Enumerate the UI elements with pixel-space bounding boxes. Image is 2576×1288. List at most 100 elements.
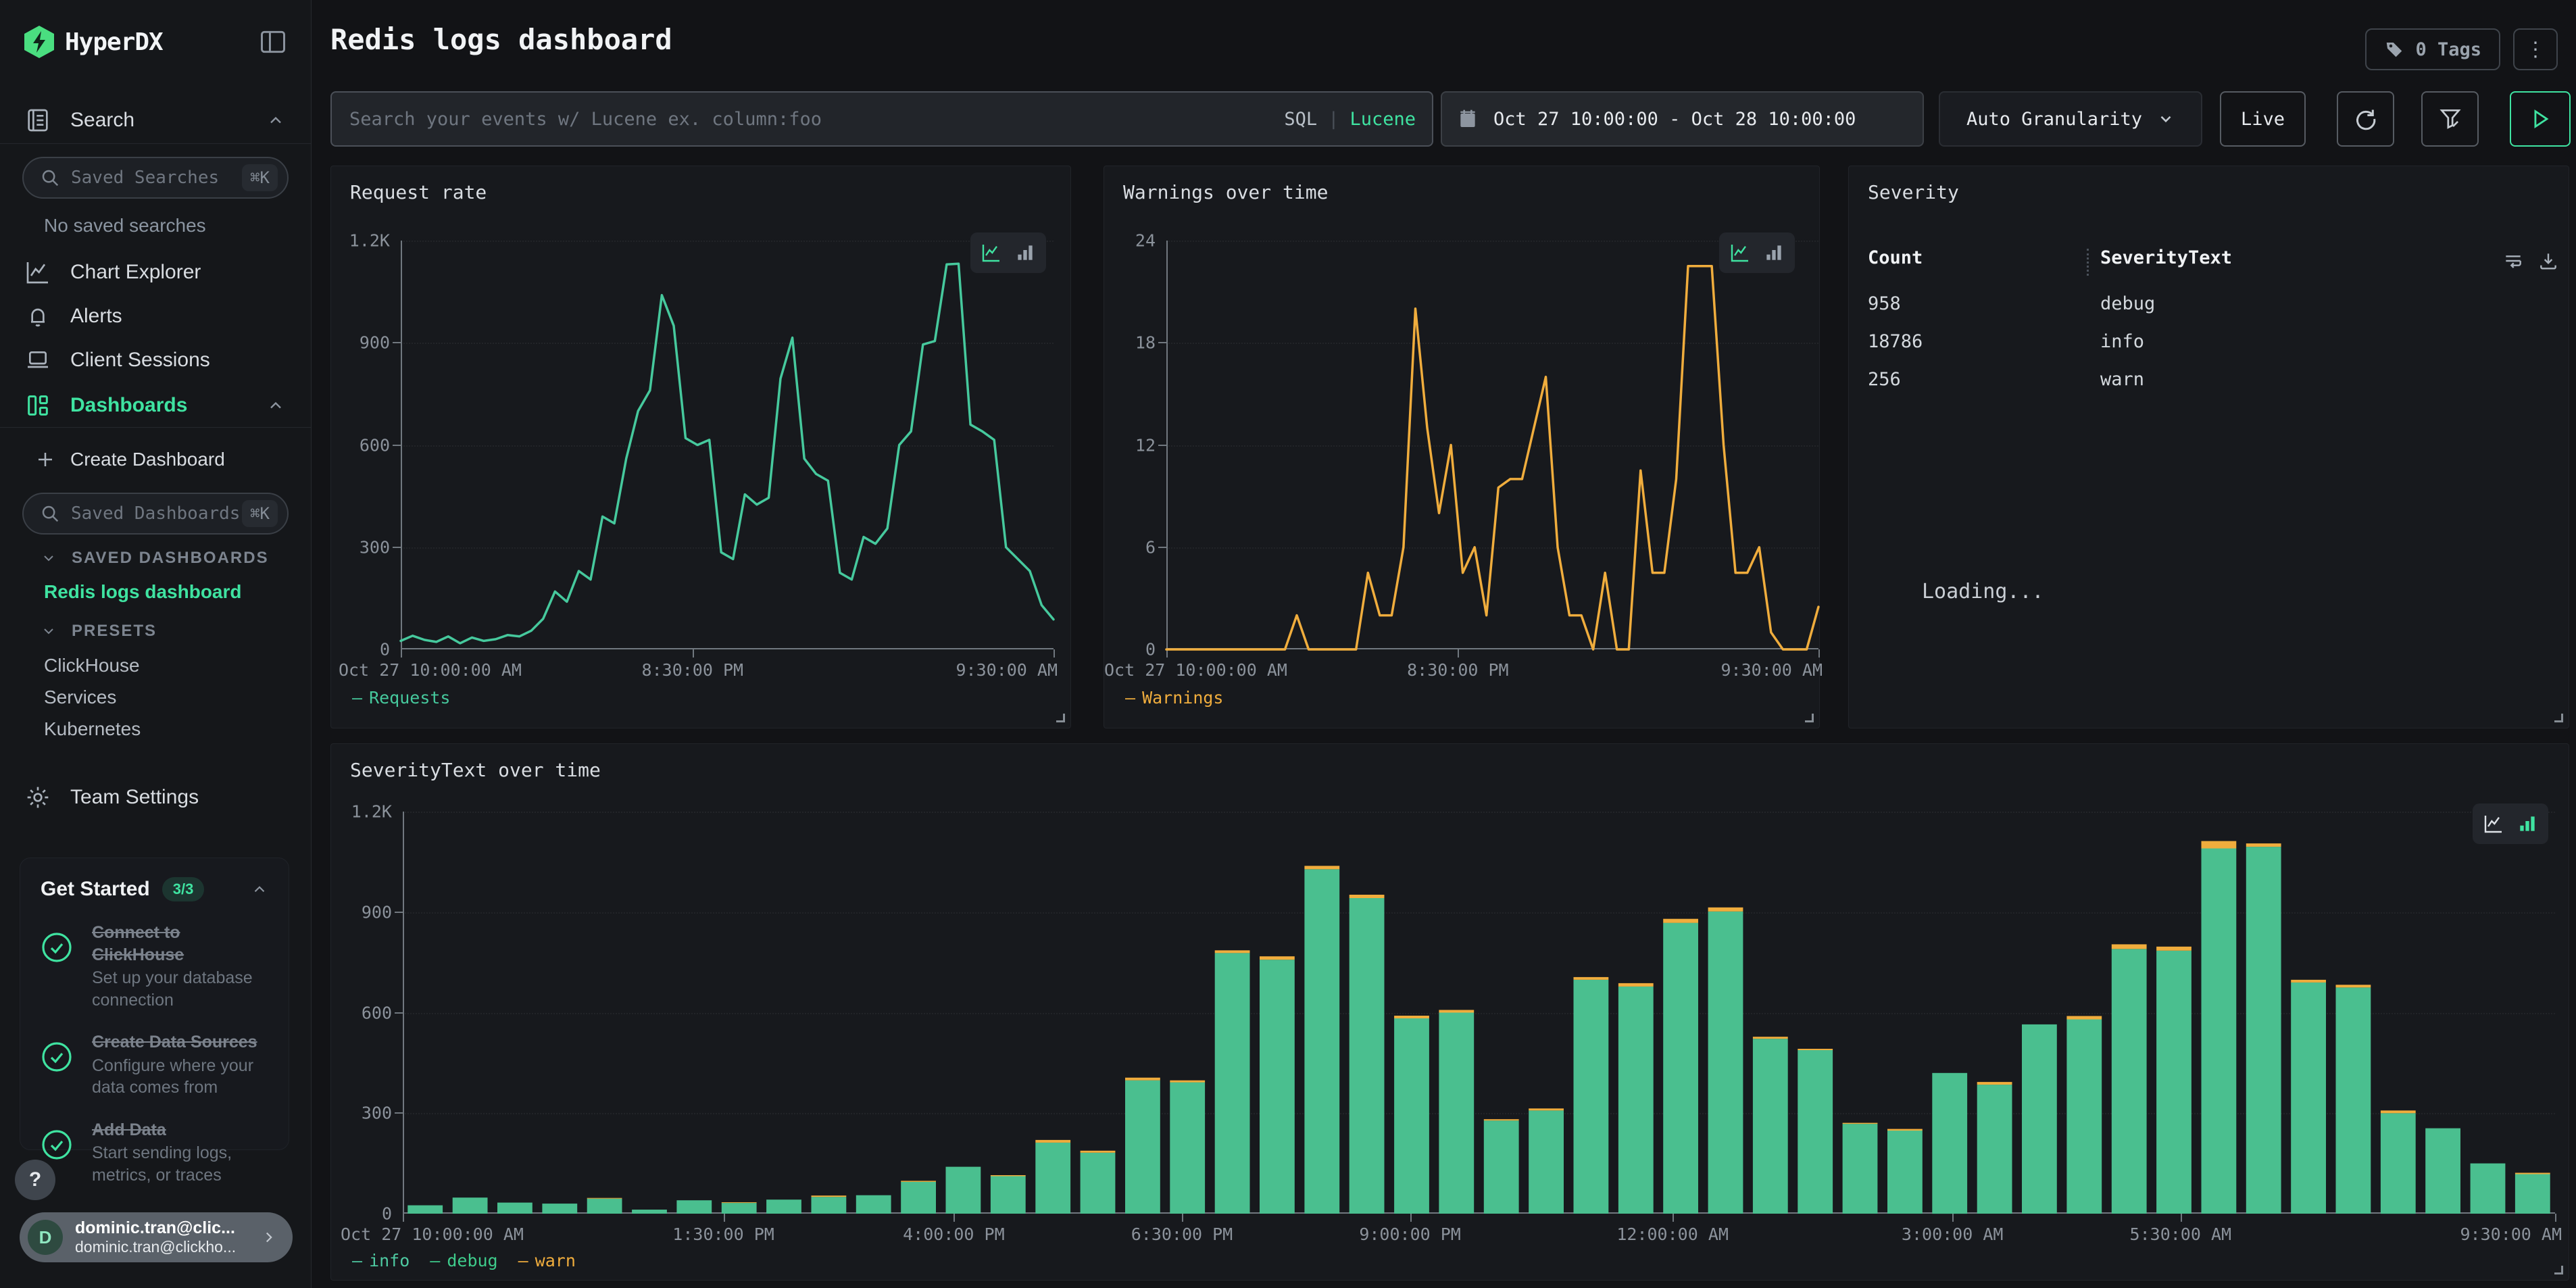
run-query-button[interactable] — [2510, 91, 2571, 147]
sidebar-item-client-sessions[interactable]: Client Sessions — [0, 341, 311, 379]
sidebar-collapse-icon[interactable] — [258, 27, 288, 57]
saved-dashboards-search[interactable]: Saved Dashboards ⌘K — [22, 493, 289, 535]
legend-label: debug — [447, 1251, 497, 1270]
y-tick-label: 600 — [360, 435, 390, 455]
presets-group[interactable]: PRESETS — [41, 622, 157, 641]
get-started-title: Get Started — [41, 878, 150, 901]
dashboard-menu-button[interactable]: ⋮ — [2513, 28, 2558, 70]
line-chart-icon[interactable] — [2483, 813, 2504, 835]
saved-dashboards-group[interactable]: SAVED DASHBOARDS — [41, 549, 269, 568]
x-tick-label: 12:00:00 AM — [1616, 1224, 1729, 1244]
get-started-item-title: Create Data Sources — [92, 1031, 268, 1054]
get-started-item[interactable]: Connect to ClickHouse Set up your databa… — [41, 922, 268, 1011]
bar-chart-icon[interactable] — [2517, 813, 2538, 835]
x-tick-label: 8:30:00 PM — [642, 660, 744, 680]
line-chart-icon[interactable] — [1729, 242, 1751, 264]
live-button[interactable]: Live — [2220, 91, 2306, 147]
saved-searches-placeholder: Saved Searches — [71, 168, 219, 188]
play-icon — [2529, 107, 2552, 130]
tags-button[interactable]: 0 Tags — [2365, 28, 2500, 70]
help-button[interactable]: ? — [15, 1160, 55, 1200]
user-menu[interactable]: D dominic.tran@clic... dominic.tran@clic… — [20, 1212, 293, 1262]
sidebar-item-redis-logs-dashboard[interactable]: Redis logs dashboard — [44, 581, 242, 603]
bar-chart-icon[interactable] — [1014, 242, 1036, 264]
x-tick-label: 4:00:00 PM — [903, 1224, 1005, 1244]
table-row[interactable]: 958 debug — [1868, 293, 2550, 314]
granularity-select[interactable]: Auto Granularity — [1939, 91, 2202, 147]
download-icon[interactable] — [2537, 250, 2559, 272]
line-chart-icon[interactable] — [981, 242, 1002, 264]
y-tick-label: 1.2K — [351, 802, 392, 822]
panel-resize-handle[interactable] — [2554, 714, 2563, 722]
saved-searches-search[interactable]: Saved Searches ⌘K — [22, 157, 289, 199]
table-options-icon[interactable] — [2502, 250, 2524, 272]
panel-severity-over-time: SeverityText over time 1.2K 900 600 300 … — [330, 743, 2569, 1281]
filter-button[interactable] — [2421, 91, 2479, 147]
chart-explorer-icon — [24, 259, 51, 286]
cell-severity: debug — [2100, 293, 2155, 314]
laptop-icon — [24, 347, 51, 374]
shortcut-badge: ⌘K — [242, 500, 278, 527]
severity-table-tools — [2502, 250, 2559, 272]
sidebar-item-team-settings[interactable]: Team Settings — [0, 778, 311, 816]
chevron-up-icon[interactable] — [251, 881, 268, 898]
get-started-item[interactable]: Add Data Start sending logs, metrics, or… — [41, 1119, 268, 1187]
table-row[interactable]: 256 warn — [1868, 369, 2550, 390]
get-started-card: Get Started 3/3 Connect to ClickHouse Se… — [20, 858, 289, 1150]
sidebar-item-services[interactable]: Services — [44, 687, 116, 708]
legend: —Requests — [352, 688, 450, 708]
table-row[interactable]: 18786 info — [1868, 331, 2550, 352]
column-header-severitytext[interactable]: SeverityText — [2100, 247, 2232, 268]
x-tick-label: 9:00:00 PM — [1359, 1224, 1461, 1244]
divider — [0, 427, 311, 428]
panel-resize-handle[interactable] — [2554, 1266, 2563, 1274]
bar-chart-icon[interactable] — [1763, 242, 1785, 264]
sql-mode-toggle[interactable]: SQL — [1284, 109, 1317, 130]
granularity-value: Auto Granularity — [1966, 109, 2142, 130]
legend-label: warn — [535, 1251, 576, 1270]
refresh-icon — [2353, 106, 2379, 132]
column-separator[interactable] — [2087, 249, 2089, 276]
panel-resize-handle[interactable] — [1805, 714, 1814, 722]
y-tick-label: 900 — [360, 333, 390, 353]
y-tick-label: 0 — [380, 640, 390, 660]
sidebar-item-dashboards[interactable]: Dashboards — [0, 387, 311, 424]
get-started-item-desc: Configure where your data comes from — [92, 1055, 268, 1099]
warnings-plot: 24 18 12 6 0 Oct 27 10:00:00 AM 8:30:00 … — [1166, 241, 1818, 649]
chevron-down-icon — [41, 550, 57, 566]
y-tick-label: 18 — [1135, 333, 1156, 353]
create-dashboard-button[interactable]: Create Dashboard — [0, 441, 311, 478]
refresh-button[interactable] — [2337, 91, 2394, 147]
x-tick-label: 5:30:00 AM — [2130, 1224, 2232, 1244]
panel-severity: Severity Count SeverityText 958 debug 18… — [1848, 166, 2569, 728]
sidebar-item-label: Client Sessions — [70, 349, 210, 372]
search-icon — [40, 503, 60, 524]
sidebar-item-alerts[interactable]: Alerts — [0, 297, 311, 335]
user-email: dominic.tran@clickho... — [75, 1238, 236, 1256]
sidebar-item-chart-explorer[interactable]: Chart Explorer — [0, 253, 311, 291]
x-tick-label: Oct 27 10:00:00 AM — [339, 660, 522, 680]
sidebar-item-search[interactable]: Search — [0, 101, 311, 139]
lucene-mode-toggle[interactable]: Lucene — [1349, 109, 1416, 130]
sidebar-item-label: Chart Explorer — [70, 261, 201, 284]
shortcut-badge: ⌘K — [242, 164, 278, 191]
filter-edit-icon — [2437, 106, 2463, 132]
loading-indicator: Loading... — [1922, 580, 2044, 603]
severity-over-time-plot: 1.2K 900 600 300 0 Oct 27 10:00:00 AM 1:… — [403, 812, 2555, 1214]
sidebar-item-label: Team Settings — [70, 786, 199, 809]
column-header-count[interactable]: Count — [1868, 247, 1923, 268]
date-range-picker[interactable]: Oct 27 10:00:00 - Oct 28 10:00:00 — [1441, 91, 1924, 147]
check-circle-icon — [41, 931, 73, 964]
x-tick-label: 9:30:00 AM — [2460, 1224, 2562, 1244]
x-tick-label: 6:30:00 PM — [1131, 1224, 1233, 1244]
plus-icon — [35, 449, 55, 470]
get-started-item[interactable]: Create Data Sources Configure where your… — [41, 1031, 268, 1099]
chevron-right-icon — [260, 1229, 278, 1246]
sidebar-item-kubernetes[interactable]: Kubernetes — [44, 718, 141, 740]
event-search-input[interactable] — [332, 109, 1284, 130]
sidebar-item-clickhouse[interactable]: ClickHouse — [44, 655, 140, 676]
chevron-up-icon — [266, 111, 285, 130]
date-range-value: Oct 27 10:00:00 - Oct 28 10:00:00 — [1493, 109, 1856, 130]
panel-resize-handle[interactable] — [1056, 714, 1065, 722]
severity-table-header: Count SeverityText — [1868, 247, 2550, 278]
